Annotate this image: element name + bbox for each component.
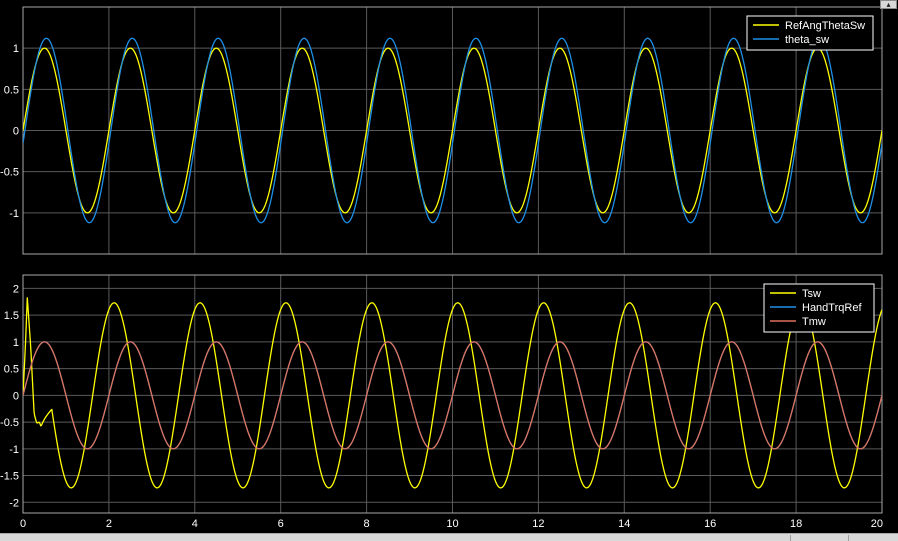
expand-button[interactable]: ▴	[880, 0, 897, 9]
x-tick-label: 12	[532, 518, 544, 530]
x-tick-label: 2	[106, 518, 112, 530]
x-tick-label: 4	[192, 518, 198, 530]
y-tick-label: 1	[13, 337, 19, 349]
y-tick-label: 1.5	[4, 310, 19, 322]
scope-chart-canvas: -1 -0.5 0 0.5 1 RefAngThetaSw theta_sw -2 -1.5 -1…	[0, 6, 883, 530]
y-tick-label: -1.5	[0, 471, 19, 483]
y-tick-label: -2	[9, 497, 19, 509]
x-tick-label: 6	[278, 518, 284, 530]
status-bar-divider	[848, 535, 849, 541]
legend-label: RefAngThetaSw	[785, 20, 865, 32]
y-tick-label: 0.5	[4, 364, 19, 376]
y-tick-label: 0	[13, 390, 19, 402]
y-tick-label: -1	[9, 208, 19, 220]
status-bar-divider	[790, 535, 791, 541]
x-tick-label: 14	[618, 518, 630, 530]
y-tick-label: 1	[13, 43, 19, 55]
legend: Tsw HandTrqRef Tmw	[763, 283, 875, 333]
y-tick-label: -0.5	[0, 417, 19, 429]
x-tick-label: 18	[790, 518, 802, 530]
axes-2: -2-1.5-1-0.500.511.520 2 4 6 8 10 12 14 16 18 20Ts…	[0, 274, 883, 530]
y-tick-label: 0	[13, 126, 19, 138]
axes-1: -1 -0.5 0 0.5 1 RefAngThetaSw theta_sw	[0, 6, 883, 255]
legend-label: Tmw	[802, 316, 826, 328]
x-tick-label: 16	[704, 518, 716, 530]
legend: RefAngThetaSw theta_sw	[746, 15, 874, 51]
status-bar	[0, 533, 898, 541]
y-tick-label: 2	[13, 283, 19, 295]
y-tick-label: -0.5	[0, 167, 19, 179]
scope-window: -1 -0.5 0 0.5 1 RefAngThetaSw theta_sw -2 -1.5 -1…	[0, 0, 898, 541]
x-tick-label: 8	[364, 518, 370, 530]
y-tick-label: 0.5	[4, 84, 19, 96]
legend-label: Tsw	[802, 288, 821, 300]
y-tick-label: -1	[9, 444, 19, 456]
x-tick-label: 10	[446, 518, 458, 530]
legend-label: HandTrqRef	[802, 302, 862, 314]
legend-label: theta_sw	[785, 34, 829, 46]
x-tick-label: 20	[871, 518, 883, 530]
x-tick-label: 0	[20, 518, 26, 530]
expand-icon: ▴	[886, 0, 891, 9]
